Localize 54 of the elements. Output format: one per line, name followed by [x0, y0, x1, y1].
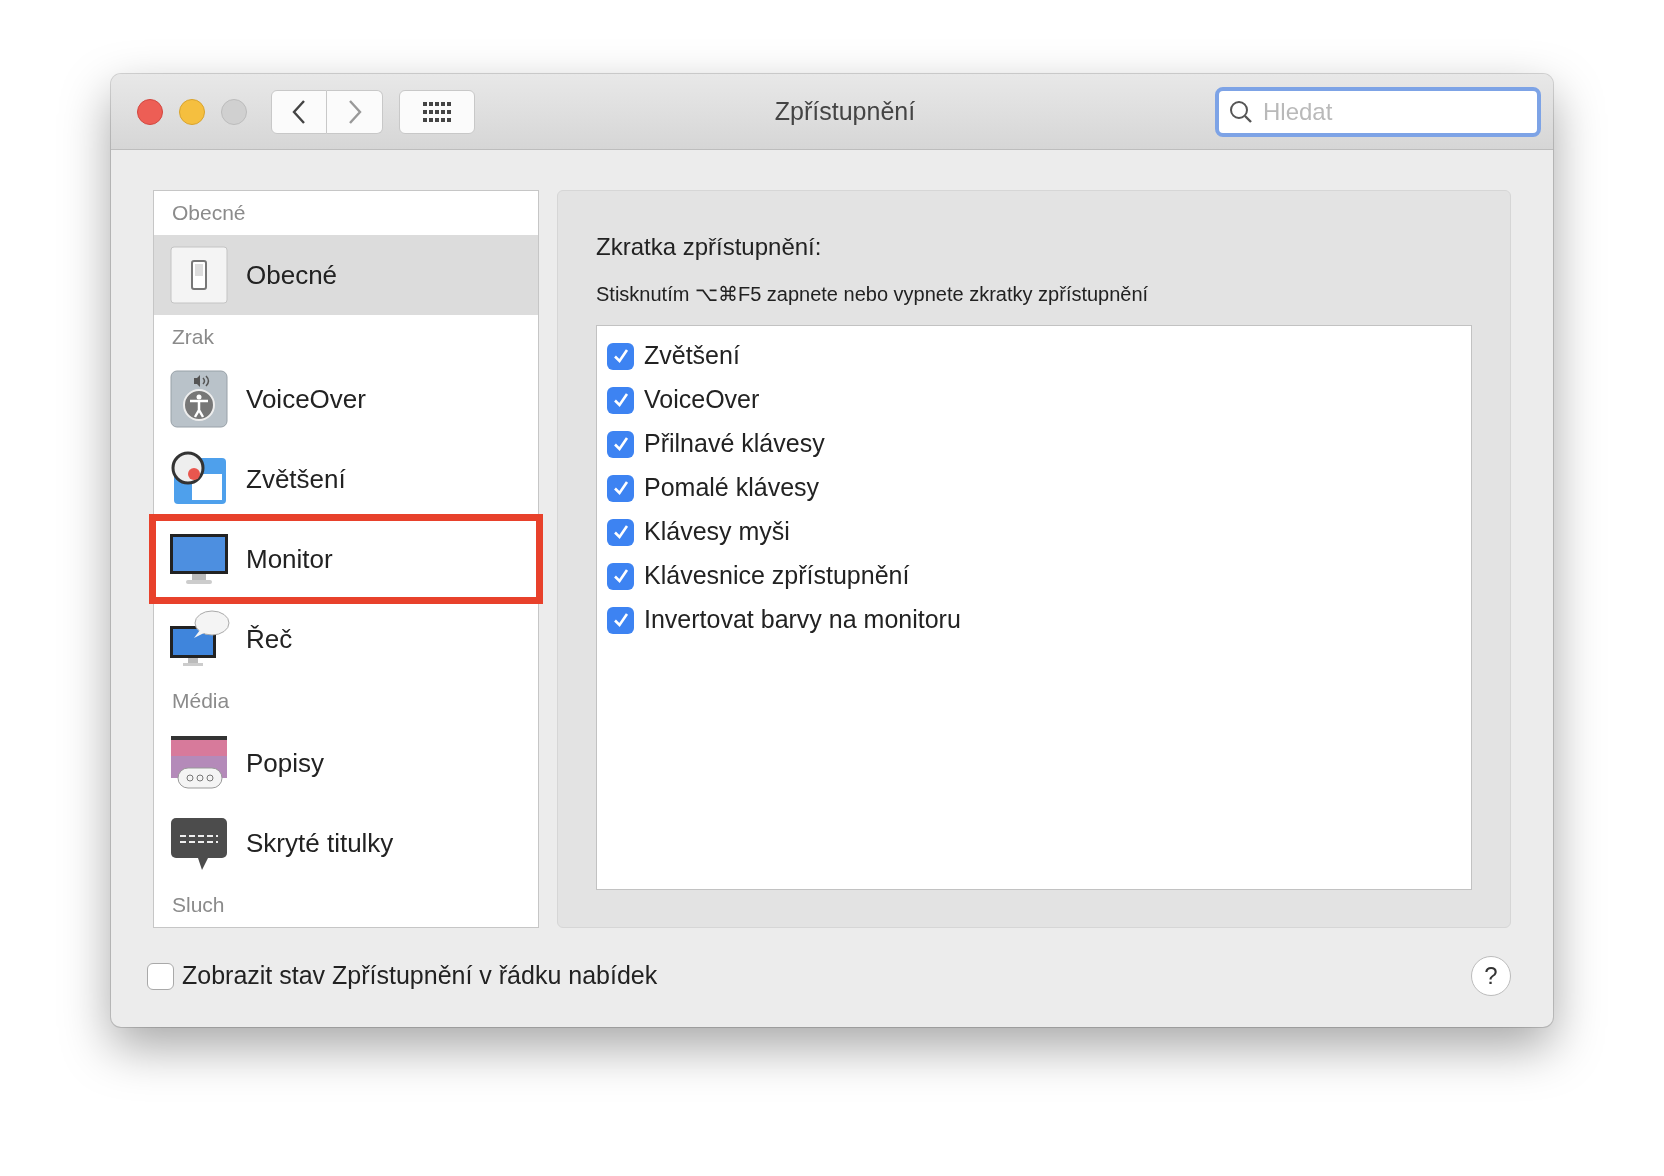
chevron-right-icon	[346, 98, 363, 125]
section-description: Stisknutím ⌥⌘F5 zapnete nebo vypnete zkratky zpřístupnění	[596, 282, 1150, 307]
section-header: Obecné	[171, 200, 247, 227]
checkmark-icon	[611, 479, 630, 497]
checkbox-label: Klávesnice zpřístupnění	[644, 560, 910, 592]
checkbox[interactable]	[607, 342, 634, 370]
checkmark-icon	[611, 523, 630, 541]
switch-icon	[168, 244, 230, 306]
category-label: Monitor	[246, 542, 333, 576]
checkbox[interactable]	[147, 962, 174, 990]
checkmark-icon	[611, 391, 630, 409]
help-button[interactable]: ?	[1471, 956, 1511, 996]
category-label: Popisy	[246, 746, 325, 780]
checkbox-label: Zvětšení	[644, 340, 740, 372]
checkmark-icon	[611, 435, 630, 453]
category-item[interactable]: Popisy	[154, 723, 538, 803]
accessibility-icon	[168, 368, 230, 430]
checkbox[interactable]	[607, 562, 634, 590]
category-item[interactable]: Obecné	[154, 235, 538, 315]
category-label: Zvětšení	[246, 462, 346, 496]
checkmark-icon	[611, 567, 630, 585]
category-label: VoiceOver	[246, 382, 366, 416]
checkbox[interactable]	[607, 386, 634, 414]
checkbox[interactable]	[607, 606, 634, 634]
checkbox-label: Invertovat barvy na monitoru	[644, 604, 961, 636]
checkbox[interactable]	[607, 518, 634, 546]
chevron-left-icon	[291, 98, 307, 125]
checkmark-icon	[611, 347, 630, 365]
category-item[interactable]: Monitor	[154, 519, 538, 599]
section-header: Zrak	[171, 324, 215, 351]
back-button[interactable]	[271, 89, 327, 134]
category-item[interactable]: Řeč	[154, 599, 538, 679]
checkbox[interactable]	[607, 474, 634, 502]
category-label: Řeč	[246, 622, 293, 656]
search-field[interactable]: Hledat	[1215, 86, 1541, 137]
checkbox-label: Zobrazit stav Zpřístupnění v řádku nabídek	[182, 960, 658, 992]
category-label: Skryté titulky	[246, 826, 394, 860]
checkbox-label: Přilnavé klávesy	[644, 428, 825, 460]
checkbox-label: Pomalé klávesy	[644, 472, 820, 504]
section-title: Zkratka zpřístupnění:	[596, 232, 823, 262]
checkmark-icon	[611, 611, 630, 629]
window-title: Zpřístupnění	[773, 95, 917, 127]
category-item[interactable]: Skryté titulky	[154, 803, 538, 883]
checkbox-label: VoiceOver	[644, 384, 760, 416]
category-item[interactable]: VoiceOver	[154, 359, 538, 439]
section-header: Média	[171, 688, 231, 715]
grid-icon	[422, 99, 452, 124]
checkbox-label: Klávesy myši	[644, 516, 790, 548]
show-all-button[interactable]	[399, 89, 475, 134]
checkbox[interactable]	[607, 430, 634, 458]
category-item[interactable]: Zvětšení	[154, 439, 538, 519]
close-button[interactable]	[137, 98, 163, 125]
category-label: Obecné	[246, 258, 338, 292]
section-header: Sluch	[171, 892, 226, 919]
